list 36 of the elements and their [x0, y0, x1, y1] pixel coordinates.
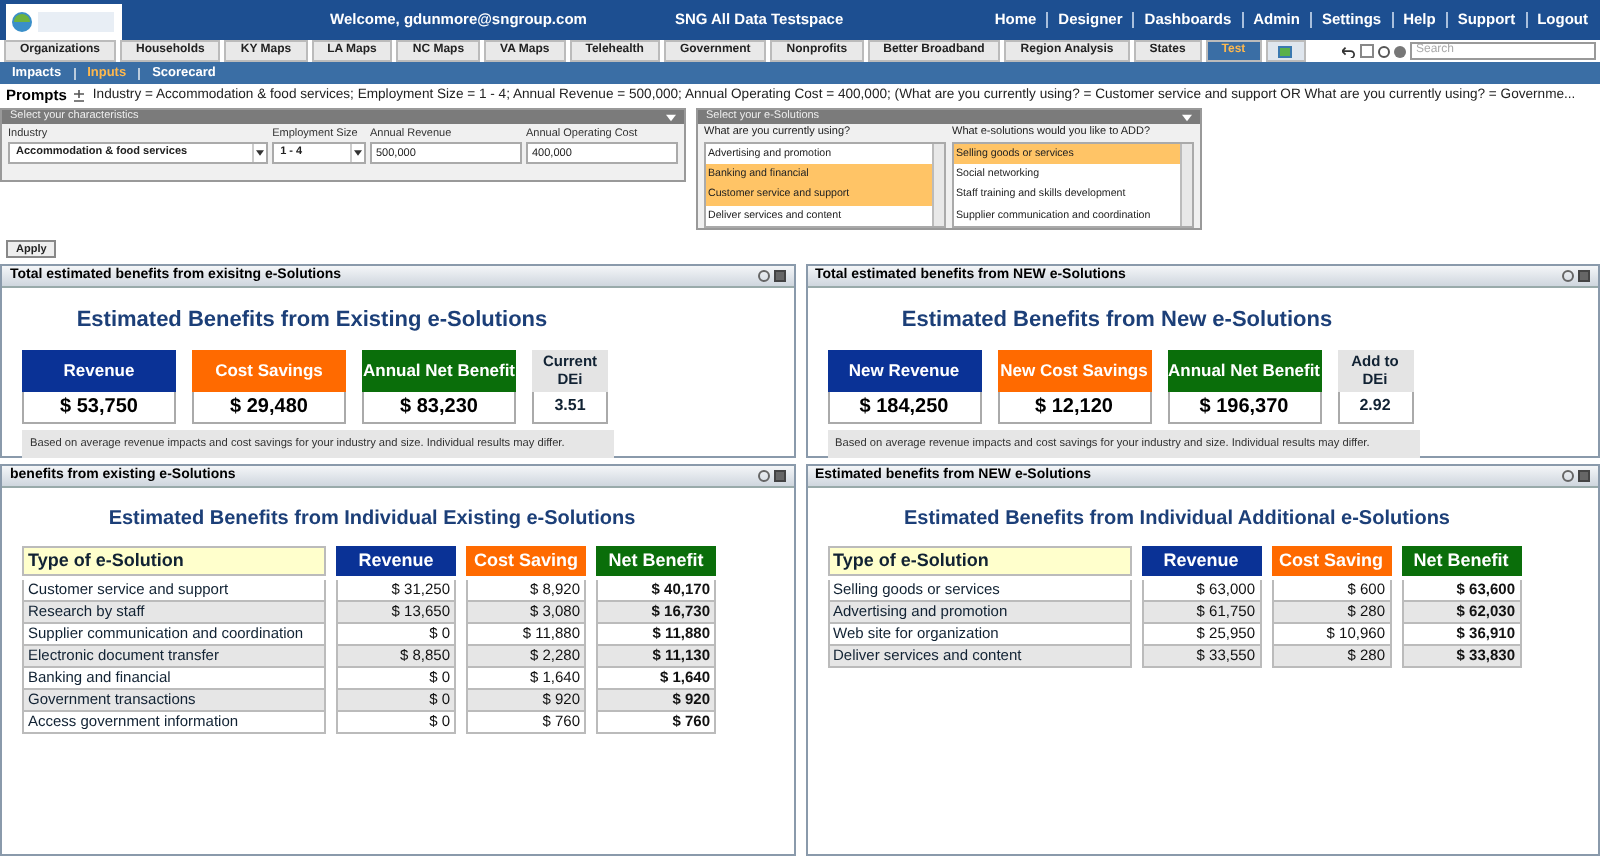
- column-header: Type of e-Solution: [22, 546, 326, 576]
- card-value: $ 184,250: [827, 391, 981, 423]
- column-header: Revenue: [1141, 546, 1261, 576]
- scrollbar[interactable]: [932, 144, 944, 226]
- card-value: $ 196,370: [1167, 391, 1321, 423]
- maximize-icon[interactable]: [773, 270, 785, 282]
- card-value: $ 53,750: [22, 391, 176, 423]
- panel-heading: Estimated Benefits from Individual Existing e-Solutions: [106, 506, 638, 534]
- scrollbar[interactable]: [1180, 144, 1192, 226]
- grid-icon: [1278, 45, 1293, 57]
- panel-heading: Estimated Benefits from Individual Additional e-Solutions: [902, 506, 1452, 534]
- column-header: Type of e-Solution: [827, 546, 1131, 576]
- column-header: Revenue: [336, 546, 456, 576]
- plus-minus-icon[interactable]: [74, 90, 85, 102]
- caret-icon[interactable]: [256, 150, 265, 156]
- card-label: New Revenue: [827, 349, 981, 391]
- undo-icon[interactable]: [1342, 45, 1356, 57]
- card-value: $ 83,230: [362, 391, 516, 423]
- card-label: Cost Savings: [192, 349, 346, 391]
- panel-heading: Estimated Benefits from New e-Solutions: [899, 306, 1335, 336]
- card-label: Annual Net Benefit: [1167, 349, 1321, 391]
- card-value: 2.92: [1337, 391, 1413, 423]
- card-value: 3.51: [532, 391, 608, 423]
- column-header: Cost Saving: [1271, 546, 1391, 576]
- card-label: New Cost Savings: [997, 349, 1151, 391]
- maximize-icon[interactable]: [773, 470, 785, 482]
- card-value: $ 12,120: [997, 391, 1151, 423]
- card-label: Annual Net Benefit: [362, 349, 516, 391]
- column-header: Cost Saving: [466, 546, 586, 576]
- add-tab-button[interactable]: [1265, 40, 1306, 62]
- column-header: Net Benefit: [1401, 546, 1521, 576]
- card-label: Revenue: [22, 349, 176, 391]
- card-value: $ 29,480: [192, 391, 346, 423]
- column-header: Net Benefit: [596, 546, 716, 576]
- caret-icon[interactable]: [354, 150, 362, 156]
- panel-heading: Estimated Benefits from Existing e-Solutions: [74, 306, 550, 336]
